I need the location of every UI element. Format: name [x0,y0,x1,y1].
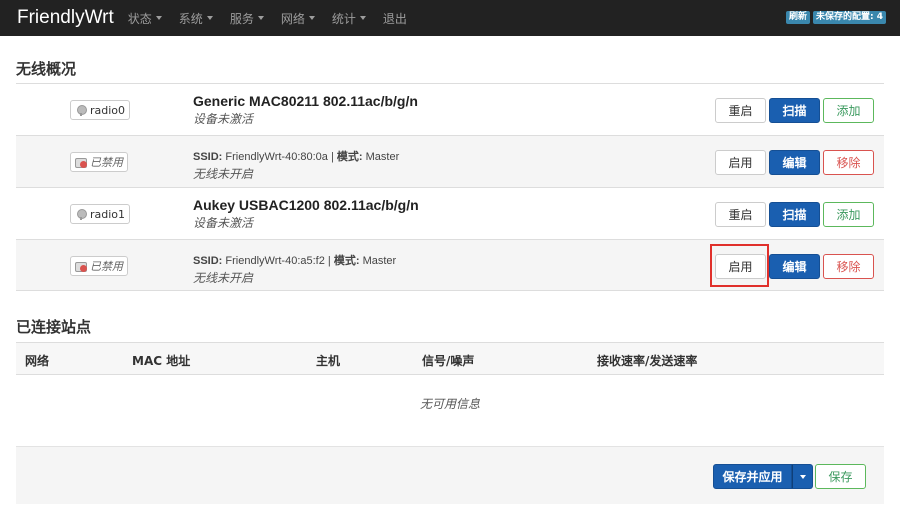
device-title: Generic MAC80211 802.11ac/b/g/n [193,93,418,109]
mode-value: Master [362,255,397,267]
wifi-disabled-icon [75,156,87,168]
device-status: 设备未激活 [193,216,254,230]
wifi-disabled-icon [75,260,87,272]
device-title: Aukey USBAC1200 802.11ac/b/g/n [193,197,419,213]
network-info: SSID: FriendlyWrt-40:80:0a | 模式: Master … [193,145,399,182]
device-info: Aukey USBAC1200 802.11ac/b/g/n 设备未激活 [193,197,419,231]
remove-button[interactable]: 移除 [823,254,874,279]
column-header-host: 主机 [316,354,341,368]
page-actions-footer: 保存并应用 保存 [16,446,884,504]
save-apply-dropdown[interactable] [792,464,813,489]
wireless-overview-heading: 无线概况 [16,60,77,78]
restart-button[interactable]: 重启 [715,98,766,123]
chevron-down-icon [257,16,264,20]
table-header: 网络 MAC 地址 主机 信号/噪声 接收速率/发送速率 [16,342,884,375]
nav-statistics[interactable]: 统计 [332,10,366,27]
top-navbar: FriendlyWrt 状态 系统 服务 网络 统计 退出 刷新 未保存的配置:… [0,0,900,36]
radio-badge-label: radio1 [90,207,126,221]
network-status: 无线未开启 [193,271,254,285]
nav-status-label: 状态 [127,11,152,26]
network-info: SSID: FriendlyWrt-40:a5:f2 | 模式: Master … [193,249,396,286]
ssid-line: SSID: FriendlyWrt-40:a5:f2 | 模式: Master [193,252,396,268]
save-apply-group: 保存并应用 [713,464,813,489]
radio-badge: radio1 [70,204,131,224]
stations-table: 网络 MAC 地址 主机 信号/噪声 接收速率/发送速率 无可用信息 [16,342,884,431]
refresh-badge[interactable]: 刷新 [785,11,810,24]
ssid-label: SSID: [193,255,223,267]
add-button[interactable]: 添加 [823,202,874,227]
highlight-box [710,244,769,287]
mode-label: 模式: [336,151,363,163]
disabled-badge: 已禁用 [70,152,128,172]
scan-button[interactable]: 扫描 [769,202,820,227]
disabled-badge-label: 已禁用 [90,260,123,273]
brand-logo[interactable]: FriendlyWrt [17,7,114,29]
nav-network[interactable]: 网络 [281,10,315,27]
separator: | [330,151,334,163]
enable-button[interactable]: 启用 [715,150,766,175]
nav-services-label: 服务 [229,11,254,26]
nav-network-label: 网络 [280,11,305,26]
chevron-down-icon [799,474,806,479]
device-status: 设备未激活 [193,112,254,126]
disabled-badge: 已禁用 [70,256,128,276]
nav-logout[interactable]: 退出 [383,10,407,27]
edit-button[interactable]: 编辑 [769,254,820,279]
network-status: 无线未开启 [193,167,254,181]
radio-badge-label: radio0 [90,103,126,117]
column-header-signal: 信号/噪声 [422,354,475,368]
chevron-down-icon [206,16,213,20]
save-apply-button[interactable]: 保存并应用 [713,464,792,489]
remove-button[interactable]: 移除 [823,150,874,175]
ssid-value: FriendlyWrt-40:a5:f2 [225,255,325,267]
unsaved-changes-badge[interactable]: 未保存的配置: 4 [813,11,886,24]
add-button[interactable]: 添加 [823,98,874,123]
radio-device-icon [75,104,87,116]
row-actions: 重启 扫描 添加 [715,98,874,123]
edit-button[interactable]: 编辑 [769,150,820,175]
row-actions: 启用 编辑 移除 [715,150,874,175]
scan-button[interactable]: 扫描 [769,98,820,123]
device-info: Generic MAC80211 802.11ac/b/g/n 设备未激活 [193,93,418,127]
table-row: 已禁用 SSID: FriendlyWrt-40:80:0a | 模式: Mas… [16,135,884,187]
mode-value: Master [365,151,400,163]
column-header-rate: 接收速率/发送速率 [597,354,698,368]
chevron-down-icon [359,16,366,20]
nav-system[interactable]: 系统 [179,10,213,27]
restart-button[interactable]: 重启 [715,202,766,227]
chevron-down-icon [308,16,315,20]
separator: | [327,255,331,267]
radio-device-icon [75,208,87,220]
empty-message: 无可用信息 [419,397,480,411]
table-row: radio0 Generic MAC80211 802.11ac/b/g/n 设… [16,83,884,135]
mode-label: 模式: [333,255,360,267]
radio-badge: radio0 [70,100,131,120]
ssid-value: FriendlyWrt-40:80:0a [225,151,328,163]
column-header-mac: MAC 地址 [132,354,191,368]
chevron-down-icon [155,16,162,20]
ssid-label: SSID: [193,151,223,163]
row-actions: 重启 扫描 添加 [715,202,874,227]
ssid-line: SSID: FriendlyWrt-40:80:0a | 模式: Master [193,148,399,164]
nav-logout-label: 退出 [382,11,407,26]
nav-system-label: 系统 [178,11,203,26]
table-row: radio1 Aukey USBAC1200 802.11ac/b/g/n 设备… [16,187,884,239]
nav-services[interactable]: 服务 [230,10,264,27]
save-button[interactable]: 保存 [815,464,866,489]
connected-stations-heading: 已连接站点 [16,318,92,336]
disabled-badge-label: 已禁用 [90,156,123,169]
column-header-network: 网络 [25,354,50,368]
nav-statistics-label: 统计 [331,11,356,26]
nav-status[interactable]: 状态 [128,10,162,27]
nav-status-badges: 刷新 未保存的配置: 4 [785,11,886,24]
